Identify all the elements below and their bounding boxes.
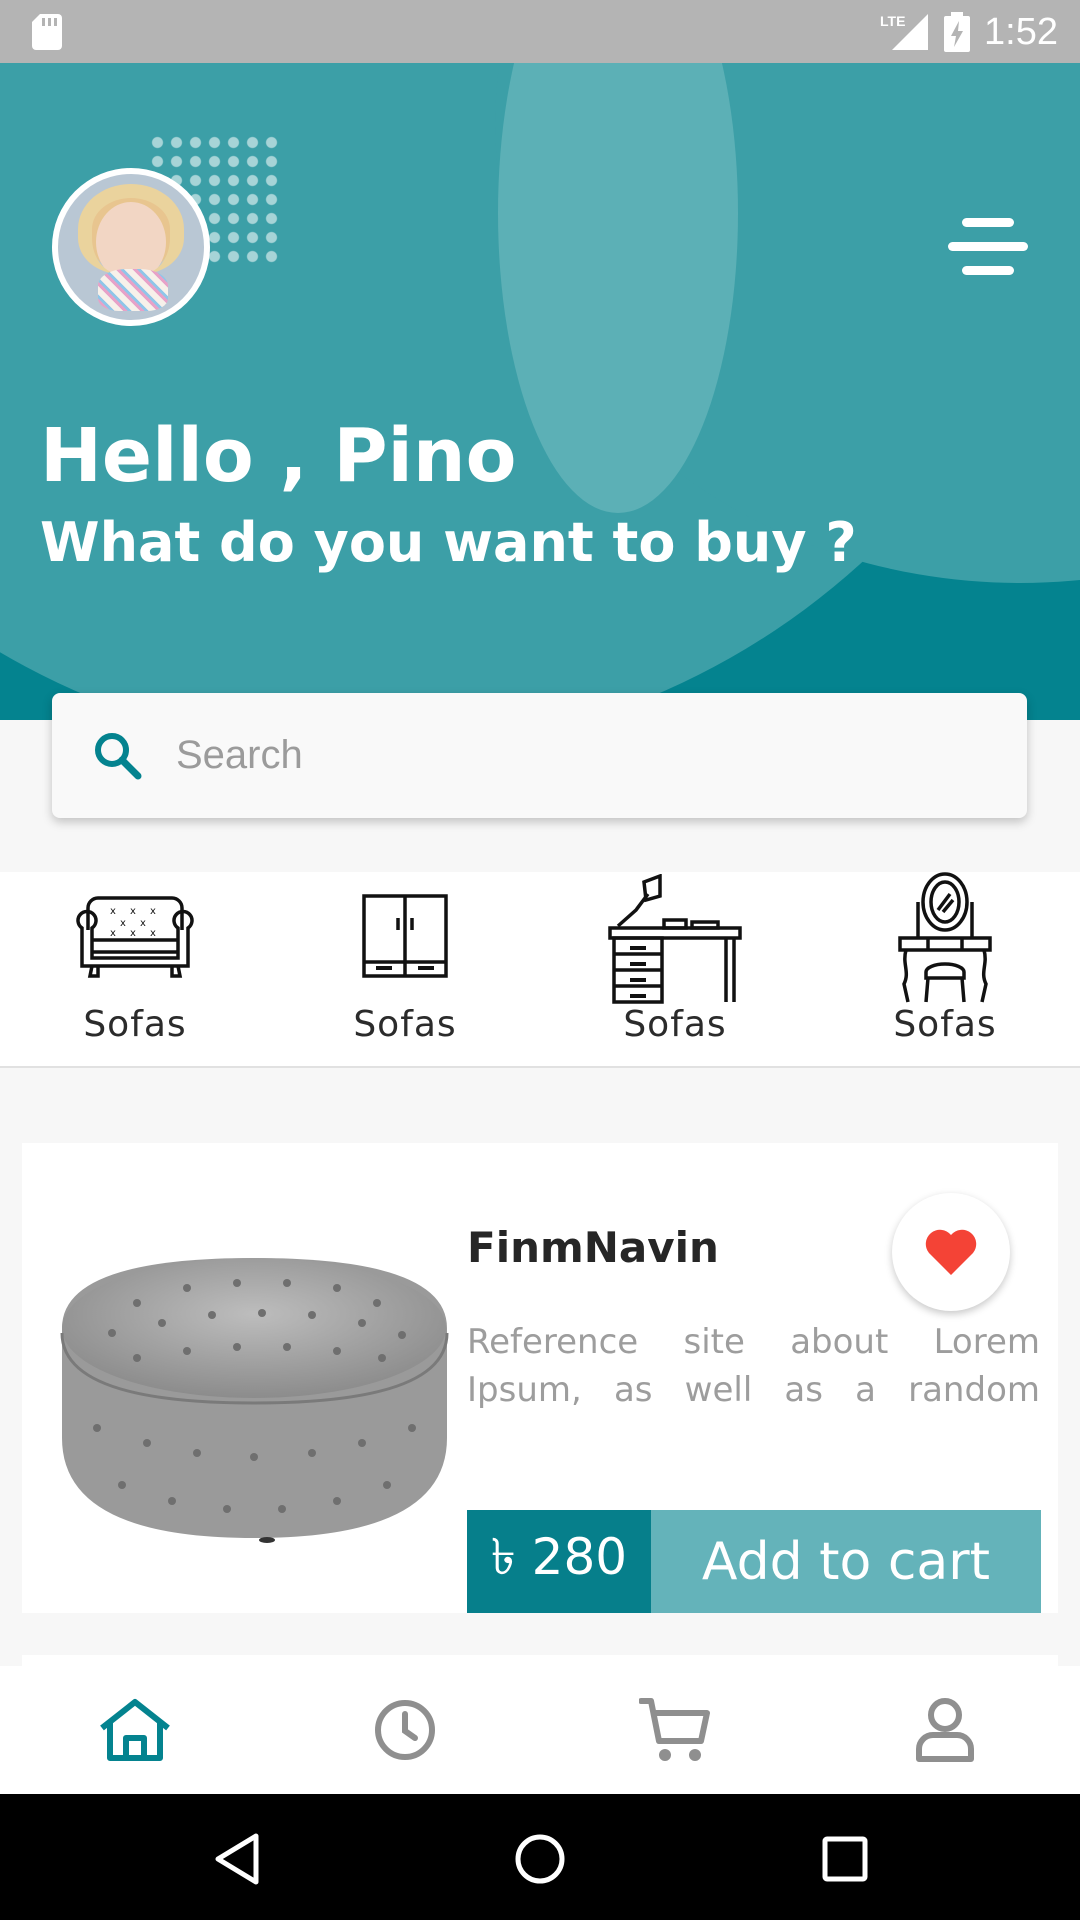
category-label: Sofas [353,1004,457,1045]
search-input[interactable] [176,733,976,778]
svg-text:x: x [140,918,146,929]
menu-icon[interactable] [948,218,1028,276]
search-bar[interactable] [52,693,1027,818]
favorite-button[interactable] [892,1193,1010,1311]
header-banner: Hello , Pino What do you want to buy ? [0,63,1080,720]
add-to-cart-button[interactable]: Add to cart [651,1510,1041,1613]
svg-text:x: x [150,906,156,917]
category-item[interactable]: Sofas [810,872,1080,1068]
product-description: Reference site about Lorem Ipsum, as wel… [467,1322,1040,1410]
system-navigation-bar [0,1794,1080,1920]
category-label: Sofas [893,1004,997,1045]
app-screen: LTE 1:52 Hello , Pino What do you want t… [0,0,1080,1920]
search-icon [95,732,142,779]
sd-card-icon [32,14,62,50]
greeting-title: Hello , Pino [40,413,517,499]
clock-icon [375,1700,435,1760]
recents-icon[interactable] [820,1832,870,1886]
battery-charging-icon [944,12,971,52]
home-circle-icon[interactable] [513,1832,567,1886]
dressing-table-icon [898,872,992,1003]
svg-text:x: x [120,918,126,929]
nav-history[interactable] [270,1666,540,1794]
lte-signal-icon: LTE [880,13,929,50]
avatar[interactable] [52,168,210,326]
back-icon[interactable] [212,1832,262,1886]
product-card[interactable]: FinmNavin Reference site about Lorem Ips… [22,1143,1058,1613]
svg-text:x: x [110,906,116,917]
svg-text:x: x [130,928,136,939]
product-price: ৳ 280 [467,1510,651,1613]
cart-icon [639,1698,710,1761]
greeting-subtitle: What do you want to buy ? [40,511,857,574]
home-icon [100,1699,170,1761]
svg-text:x: x [150,928,156,939]
svg-text:x: x [130,906,136,917]
heart-icon [925,1229,977,1275]
category-label: Sofas [623,1004,727,1045]
nav-profile[interactable] [810,1666,1080,1794]
bottom-navigation [0,1666,1080,1794]
wardrobe-icon [362,894,448,978]
sofa-icon: xxx xx xxx [76,896,194,978]
tufted-ottoman-image [60,1258,449,1543]
nav-cart[interactable] [540,1666,810,1794]
svg-text:LTE: LTE [880,13,905,29]
status-time: 1:52 [984,10,1058,53]
status-bar: LTE 1:52 [0,0,1080,63]
desk-icon [608,874,742,1004]
category-item[interactable]: Sofas [540,872,810,1068]
category-item[interactable]: Sofas [270,872,540,1068]
category-list: xxx xx xxx Sofas Sofas Sofas Sofas [0,872,1080,1068]
category-item[interactable]: xxx xx xxx Sofas [0,872,270,1068]
category-label: Sofas [83,1004,187,1045]
profile-icon [916,1698,974,1762]
product-name[interactable]: FinmNavin [467,1223,719,1272]
svg-text:x: x [110,928,116,939]
nav-home[interactable] [0,1666,270,1794]
